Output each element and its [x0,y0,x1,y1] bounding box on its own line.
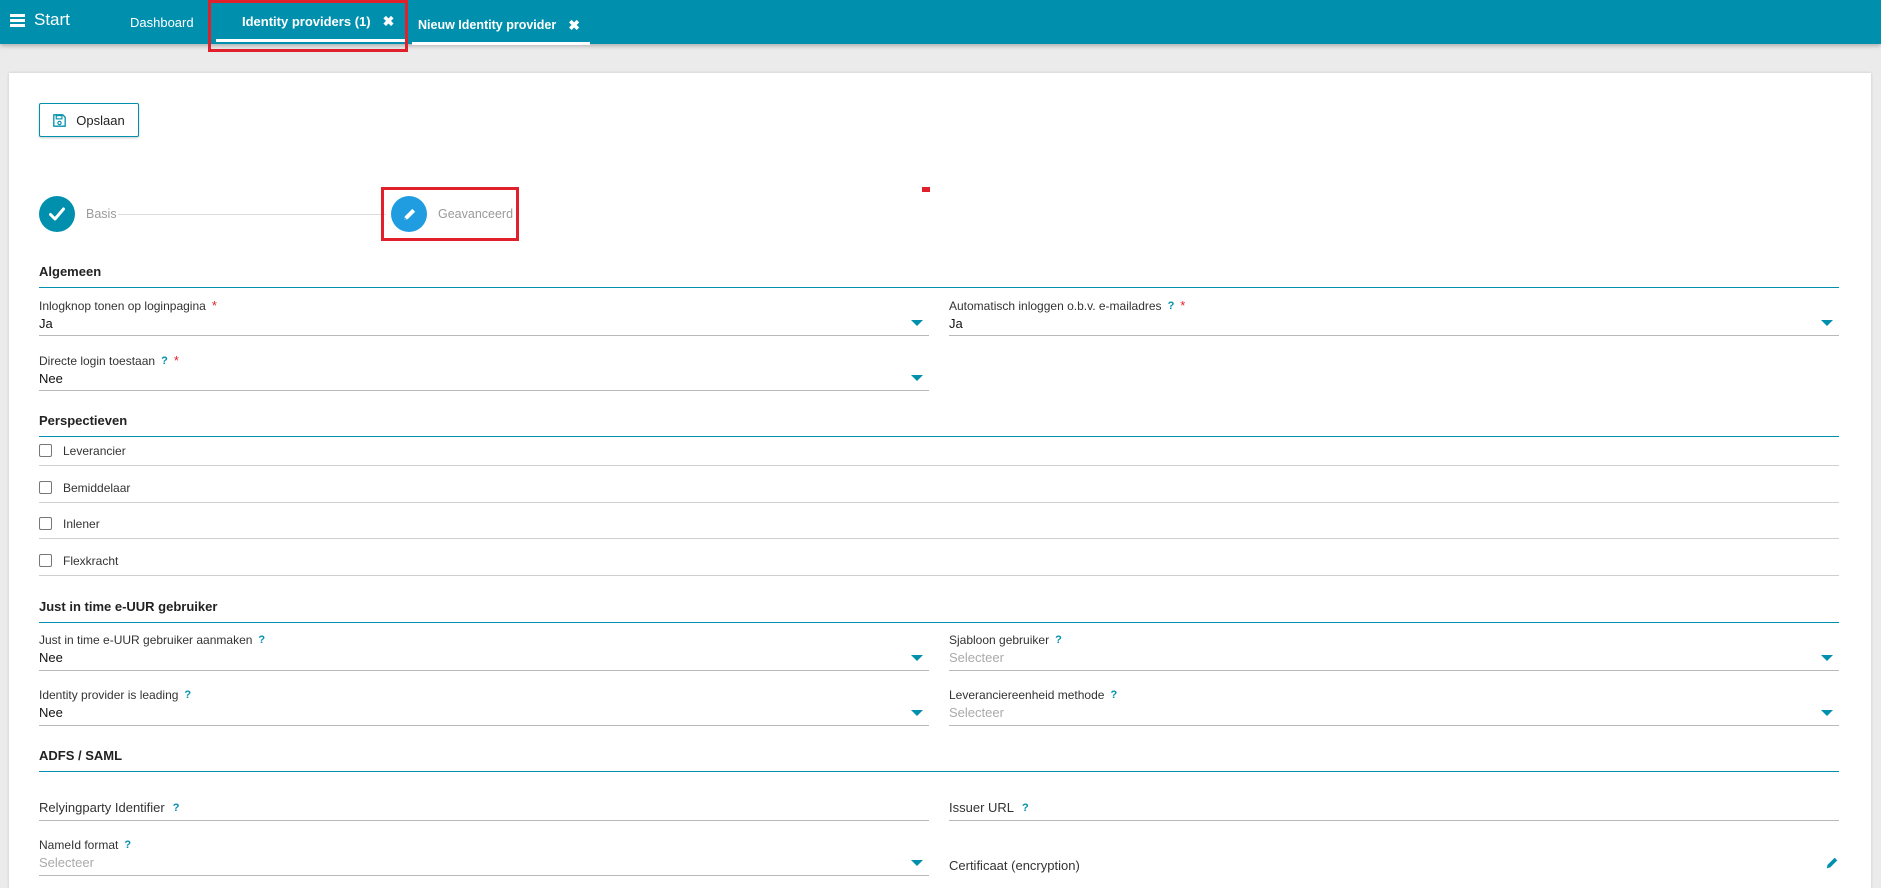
tab-nieuw-identity-provider-label: Nieuw Identity provider [418,18,557,32]
nameid-label: NameId format [39,838,119,852]
directe-value: Nee [39,371,63,386]
automatisch-value: Ja [949,316,963,331]
caret-down-icon[interactable] [1821,320,1833,326]
jit-aanmaken-select[interactable]: Just in time e-UUR gebruiker aanmaken ? … [39,633,929,671]
caret-down-icon[interactable] [911,860,923,866]
inlogknop-select[interactable]: Inlogknop tonen op loginpagina * Ja [39,298,929,336]
help-icon[interactable]: ? [124,839,131,851]
help-icon[interactable]: ? [1110,689,1117,701]
help-icon[interactable]: ? [1168,300,1175,312]
caret-down-icon[interactable] [911,320,923,326]
caret-down-icon[interactable] [911,655,923,661]
field-label: Leveranciereenheid methode ? [949,688,1839,702]
idp-leading-select[interactable]: Identity provider is leading ? Nee [39,688,929,726]
caret-down-icon[interactable] [1821,710,1833,716]
nameid-format-select[interactable]: NameId format ? Selecteer [39,838,929,876]
help-icon[interactable]: ? [184,689,191,701]
field-label: Inlogknop tonen op loginpagina * [39,298,929,313]
issuer-url-field[interactable]: Issuer URL ? [949,795,1839,821]
idp-leading-value: Nee [39,705,63,720]
field-label: NameId format ? [39,838,929,852]
caret-down-icon[interactable] [911,710,923,716]
hamburger-icon [10,13,25,27]
sjabloon-placeholder: Selecteer [949,650,1004,665]
relyingparty-label: Relyingparty Identifier [39,800,165,815]
step-connector [118,214,386,215]
checkbox-bemiddelaar[interactable]: Bemiddelaar [39,473,1839,503]
check-icon [39,196,75,232]
checkbox-inlener[interactable]: Inlener [39,509,1839,539]
issuer-url-label: Issuer URL [949,800,1015,815]
field-label: Just in time e-UUR gebruiker aanmaken ? [39,633,929,647]
checkbox-label: Inlener [63,516,100,531]
checkbox-leverancier[interactable]: Leverancier [39,436,1839,466]
field-label: Sjabloon gebruiker ? [949,633,1839,647]
section-title-algemeen: Algemeen [39,264,1839,288]
sjabloon-label: Sjabloon gebruiker [949,633,1050,647]
help-icon[interactable]: ? [1022,802,1029,814]
directe-login-select[interactable]: Directe login toestaan ? * Nee [39,353,929,391]
help-icon[interactable]: ? [258,634,265,646]
tab-nieuw-identity-provider[interactable]: Nieuw Identity provider ✖ [412,8,590,45]
inlogknop-value: Ja [39,316,53,331]
automatisch-inloggen-select[interactable]: Automatisch inloggen o.b.v. e-mailadres … [949,298,1839,336]
pencil-icon[interactable] [1825,856,1839,873]
annotation-marker [922,187,930,192]
required-marker: * [173,353,179,368]
section-title-jit: Just in time e-UUR gebruiker [39,599,1839,623]
certificaat-encryption-field[interactable]: Certificaat (encryption) [949,852,1839,878]
save-button[interactable]: Opslaan [39,103,139,137]
help-icon[interactable]: ? [1055,634,1062,646]
floppy-disk-icon [53,113,67,127]
section-title-adfs: ADFS / SAML [39,748,1839,772]
field-label: Directe login toestaan ? * [39,353,929,368]
step-basis[interactable]: Basis [39,196,117,232]
caret-down-icon[interactable] [1821,655,1833,661]
start-label: Start [34,10,70,29]
save-button-label: Opslaan [76,112,125,128]
directe-label: Directe login toestaan [39,353,156,368]
step-basis-label: Basis [86,207,117,221]
tab-dashboard-label: Dashboard [130,14,194,30]
field-label: Automatisch inloggen o.b.v. e-mailadres … [949,298,1839,313]
highlight-box [208,0,408,52]
idp-leading-label: Identity provider is leading [39,688,179,702]
checkbox-flexkracht[interactable]: Flexkracht [39,546,1839,576]
inlogknop-label: Inlogknop tonen op loginpagina [39,298,206,313]
methode-placeholder: Selecteer [949,705,1004,720]
methode-label: Leveranciereenheid methode [949,688,1105,702]
field-label: Identity provider is leading ? [39,688,929,702]
section-title-perspectieven: Perspectieven [39,413,1839,437]
leveranciereenheid-methode-select[interactable]: Leveranciereenheid methode ? Selecteer [949,688,1839,726]
checkbox-label: Bemiddelaar [63,480,131,495]
start-menu-button[interactable]: Start [10,10,70,30]
main-panel: Opslaan Basis Geavanceerd Algemeen Inlog… [9,73,1871,888]
checkbox[interactable] [39,517,52,530]
jit-aanmaken-value: Nee [39,650,63,665]
help-icon[interactable]: ? [161,355,168,367]
nameid-placeholder: Selecteer [39,855,94,870]
relyingparty-identifier-field[interactable]: Relyingparty Identifier ? [39,795,929,821]
tab-dashboard[interactable]: Dashboard [130,0,194,44]
highlight-box [381,187,519,241]
checkbox-label: Leverancier [63,443,126,458]
help-icon[interactable]: ? [173,802,180,814]
close-icon[interactable]: ✖ [568,17,580,34]
caret-down-icon[interactable] [911,375,923,381]
jit-aanmaken-label: Just in time e-UUR gebruiker aanmaken [39,633,253,647]
required-marker: * [211,298,217,313]
checkbox[interactable] [39,444,52,457]
checkbox-label: Flexkracht [63,553,119,568]
checkbox[interactable] [39,554,52,567]
certificaat-label: Certificaat (encryption) [949,857,1080,873]
sjabloon-gebruiker-select[interactable]: Sjabloon gebruiker ? Selecteer [949,633,1839,671]
checkbox[interactable] [39,481,52,494]
required-marker: * [1180,298,1186,313]
automatisch-label: Automatisch inloggen o.b.v. e-mailadres [949,298,1162,313]
